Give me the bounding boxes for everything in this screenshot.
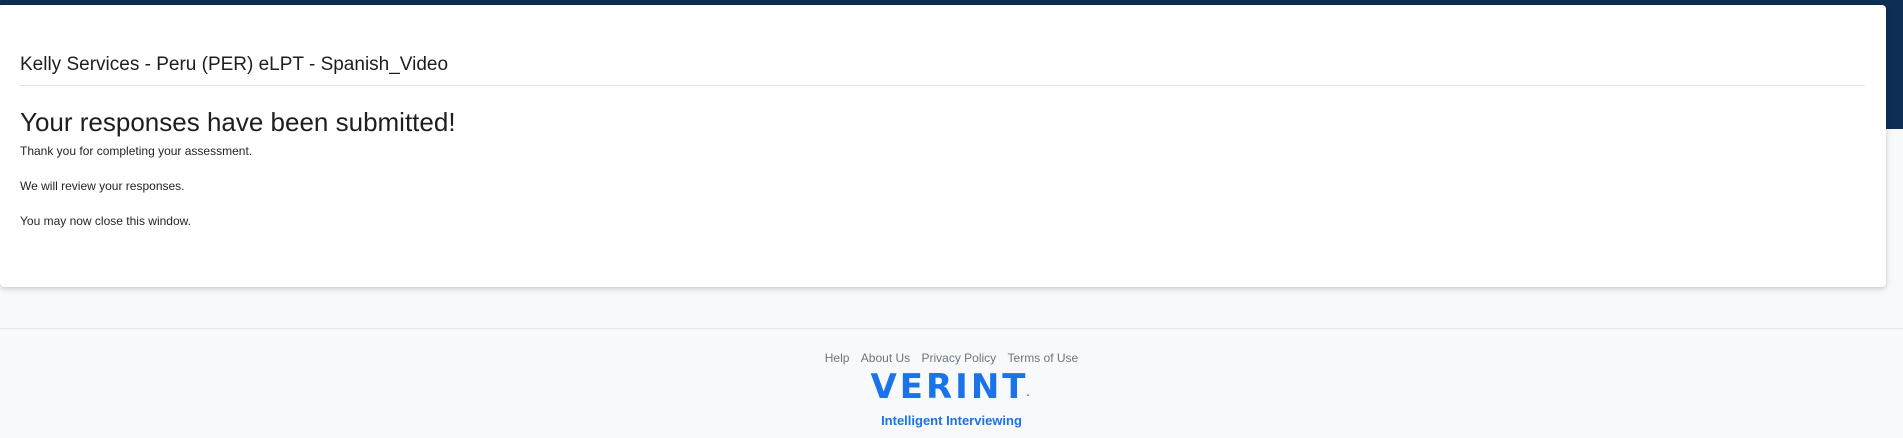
navy-header-edge bbox=[1883, 0, 1903, 129]
close-window-message: You may now close this window. bbox=[20, 214, 191, 228]
verint-brand: VERINT. Intelligent Interviewing bbox=[0, 370, 1903, 428]
submission-card: Kelly Services - Peru (PER) eLPT - Spani… bbox=[0, 5, 1886, 287]
thank-you-message: Thank you for completing your assessment… bbox=[20, 144, 253, 158]
card-header: Kelly Services - Peru (PER) eLPT - Spani… bbox=[20, 53, 1865, 86]
assessment-title: Kelly Services - Peru (PER) eLPT - Spani… bbox=[20, 54, 449, 75]
verint-logo-text: VERINT bbox=[870, 367, 1029, 407]
card-body: Your responses have been submitted! Than… bbox=[20, 106, 1865, 250]
terms-of-use-link[interactable]: Terms of Use bbox=[1008, 351, 1079, 365]
privacy-policy-link[interactable]: Privacy Policy bbox=[922, 351, 997, 365]
review-message: We will review your responses. bbox=[20, 179, 185, 193]
verint-logo-mark: . bbox=[1026, 389, 1033, 398]
footer-links: Help About Us Privacy Policy Terms of Us… bbox=[0, 350, 1903, 366]
page-footer: Help About Us Privacy Policy Terms of Us… bbox=[0, 329, 1903, 438]
verint-logo: VERINT. bbox=[870, 370, 1032, 413]
brand-tagline: Intelligent Interviewing bbox=[881, 413, 1022, 428]
submission-heading: Your responses have been submitted! bbox=[20, 107, 456, 137]
about-us-link[interactable]: About Us bbox=[861, 351, 910, 365]
help-link[interactable]: Help bbox=[825, 351, 850, 365]
